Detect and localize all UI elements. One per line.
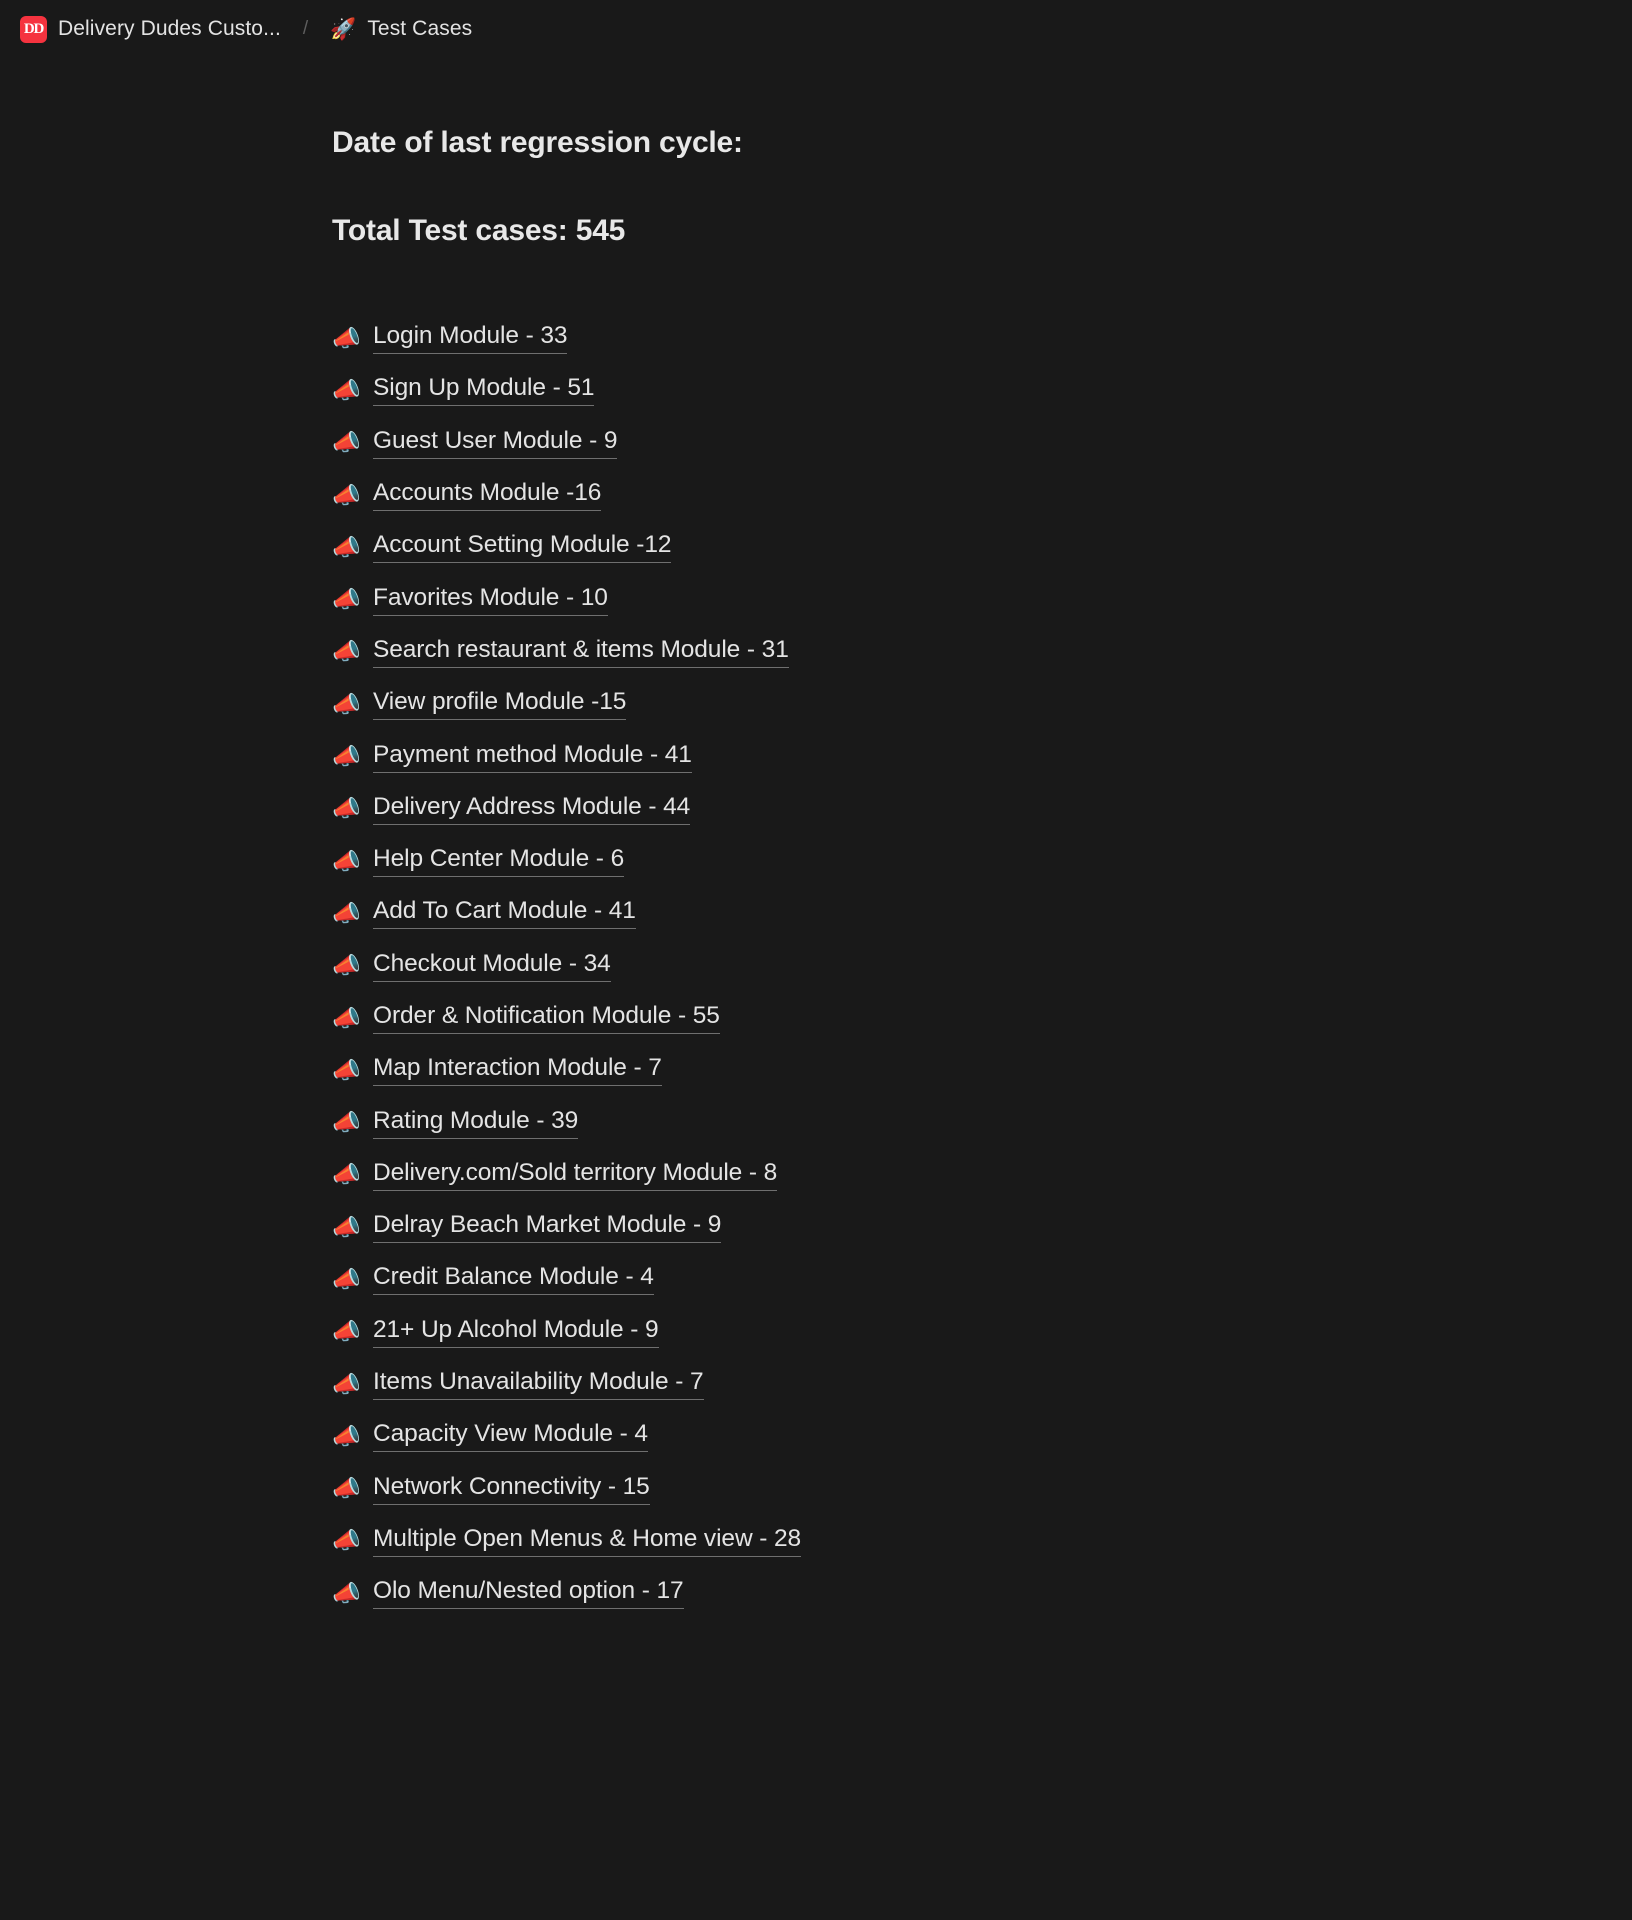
megaphone-icon: 📣 [332, 1109, 361, 1136]
list-item: 📣 Map Interaction Module - 7 [332, 1044, 1572, 1096]
module-link[interactable]: Search restaurant & items Module - 31 [373, 636, 789, 668]
megaphone-icon: 📣 [332, 1527, 361, 1554]
workspace-logo-icon: DD [20, 15, 47, 43]
breadcrumb-page[interactable]: 🚀 Test Cases [322, 13, 480, 45]
megaphone-icon: 📣 [332, 952, 361, 979]
module-link[interactable]: Favorites Module - 10 [373, 584, 608, 616]
megaphone-icon: 📣 [332, 1004, 361, 1031]
module-link[interactable]: Login Module - 33 [373, 322, 568, 355]
megaphone-icon: 📣 [332, 324, 361, 351]
breadcrumb-bar: DD Delivery Dudes Custo... / 🚀 Test Case… [0, 0, 1632, 58]
list-item: 📣 21+ Up Alcohol Module - 9 [332, 1306, 1572, 1358]
module-link[interactable]: Account Setting Module -12 [373, 531, 671, 564]
module-link[interactable]: Add To Cart Module - 41 [373, 897, 636, 930]
list-item: 📣 Login Module - 33 [332, 312, 1572, 364]
megaphone-icon: 📣 [332, 1161, 361, 1188]
list-item: 📣 Help Center Module - 6 [332, 835, 1572, 887]
megaphone-icon: 📣 [332, 690, 361, 717]
megaphone-icon: 📣 [332, 533, 361, 560]
list-item: 📣 Favorites Module - 10 [332, 573, 1572, 625]
module-link[interactable]: Olo Menu/Nested option - 17 [373, 1577, 684, 1610]
page-content: Date of last regression cycle: Total Tes… [0, 58, 1632, 1619]
megaphone-icon: 📣 [332, 376, 361, 403]
module-link[interactable]: View profile Module -15 [373, 688, 626, 721]
rocket-icon: 🚀 [330, 17, 357, 41]
list-item: 📣 View profile Module -15 [332, 678, 1572, 730]
module-link[interactable]: Multiple Open Menus & Home view - 28 [373, 1525, 801, 1557]
module-link[interactable]: Rating Module - 39 [373, 1107, 578, 1139]
list-item: 📣 Olo Menu/Nested option - 17 [332, 1567, 1572, 1619]
module-link[interactable]: Map Interaction Module - 7 [373, 1054, 662, 1087]
list-item: 📣 Credit Balance Module - 4 [332, 1253, 1572, 1305]
module-link[interactable]: Checkout Module - 34 [373, 950, 611, 982]
megaphone-icon: 📣 [332, 1056, 361, 1083]
list-item: 📣 Items Unavailability Module - 7 [332, 1358, 1572, 1410]
module-link[interactable]: Order & Notification Module - 55 [373, 1002, 720, 1034]
list-item: 📣 Network Connectivity - 15 [332, 1463, 1572, 1515]
module-link[interactable]: Delivery Address Module - 44 [373, 793, 690, 825]
list-item: 📣 Capacity View Module - 4 [332, 1410, 1572, 1462]
list-item: 📣 Account Setting Module -12 [332, 521, 1572, 573]
megaphone-icon: 📣 [332, 1265, 361, 1292]
page-name-label: Test Cases [367, 17, 473, 40]
megaphone-icon: 📣 [332, 847, 361, 874]
list-item: 📣 Order & Notification Module - 55 [332, 992, 1572, 1044]
list-item: 📣 Multiple Open Menus & Home view - 28 [332, 1515, 1572, 1567]
module-link[interactable]: Payment method Module - 41 [373, 741, 692, 773]
megaphone-icon: 📣 [332, 1579, 361, 1606]
breadcrumb-workspace[interactable]: DD Delivery Dudes Custo... [12, 12, 289, 47]
megaphone-icon: 📣 [332, 1475, 361, 1502]
megaphone-icon: 📣 [332, 586, 361, 613]
list-item: 📣 Search restaurant & items Module - 31 [332, 626, 1572, 678]
megaphone-icon: 📣 [332, 795, 361, 822]
module-list: 📣 Login Module - 33 📣 Sign Up Module - 51 📣 G… [332, 312, 1572, 1619]
megaphone-icon: 📣 [332, 899, 361, 926]
module-link[interactable]: Sign Up Module - 51 [373, 374, 595, 407]
megaphone-icon: 📣 [332, 429, 361, 456]
heading-last-regression-cycle: Date of last regression cycle: [332, 126, 743, 159]
list-item: 📣 Delivery Address Module - 44 [332, 783, 1572, 835]
breadcrumb-separator: / [302, 18, 309, 39]
megaphone-icon: 📣 [332, 638, 361, 665]
megaphone-icon: 📣 [332, 1318, 361, 1345]
module-link[interactable]: Accounts Module -16 [373, 479, 601, 512]
heading-total-test-cases: Total Test cases: 545 [332, 214, 626, 247]
megaphone-icon: 📣 [332, 481, 361, 508]
module-link[interactable]: Help Center Module - 6 [373, 845, 624, 878]
module-link[interactable]: 21+ Up Alcohol Module - 9 [373, 1316, 659, 1348]
module-link[interactable]: Network Connectivity - 15 [373, 1473, 650, 1505]
module-link[interactable]: Guest User Module - 9 [373, 427, 617, 459]
list-item: 📣 Delivery.com/Sold territory Module - 8 [332, 1149, 1572, 1201]
workspace-logo-text: DD [23, 20, 44, 37]
module-link[interactable]: Delivery.com/Sold territory Module - 8 [373, 1159, 777, 1191]
list-item: 📣 Add To Cart Module - 41 [332, 887, 1572, 939]
list-item: 📣 Checkout Module - 34 [332, 940, 1572, 992]
list-item: 📣 Sign Up Module - 51 [332, 364, 1572, 416]
megaphone-icon: 📣 [332, 1213, 361, 1240]
list-item: 📣 Rating Module - 39 [332, 1096, 1572, 1148]
workspace-name-label: Delivery Dudes Custo... [58, 17, 281, 40]
list-item: 📣 Delray Beach Market Module - 9 [332, 1201, 1572, 1253]
megaphone-icon: 📣 [332, 743, 361, 770]
module-link[interactable]: Items Unavailability Module - 7 [373, 1368, 704, 1401]
megaphone-icon: 📣 [332, 1422, 361, 1449]
module-link[interactable]: Capacity View Module - 4 [373, 1420, 648, 1453]
megaphone-icon: 📣 [332, 1370, 361, 1397]
list-item: 📣 Payment method Module - 41 [332, 730, 1572, 782]
module-link[interactable]: Credit Balance Module - 4 [373, 1263, 654, 1296]
module-link[interactable]: Delray Beach Market Module - 9 [373, 1211, 721, 1244]
list-item: 📣 Guest User Module - 9 [332, 417, 1572, 469]
list-item: 📣 Accounts Module -16 [332, 469, 1572, 521]
